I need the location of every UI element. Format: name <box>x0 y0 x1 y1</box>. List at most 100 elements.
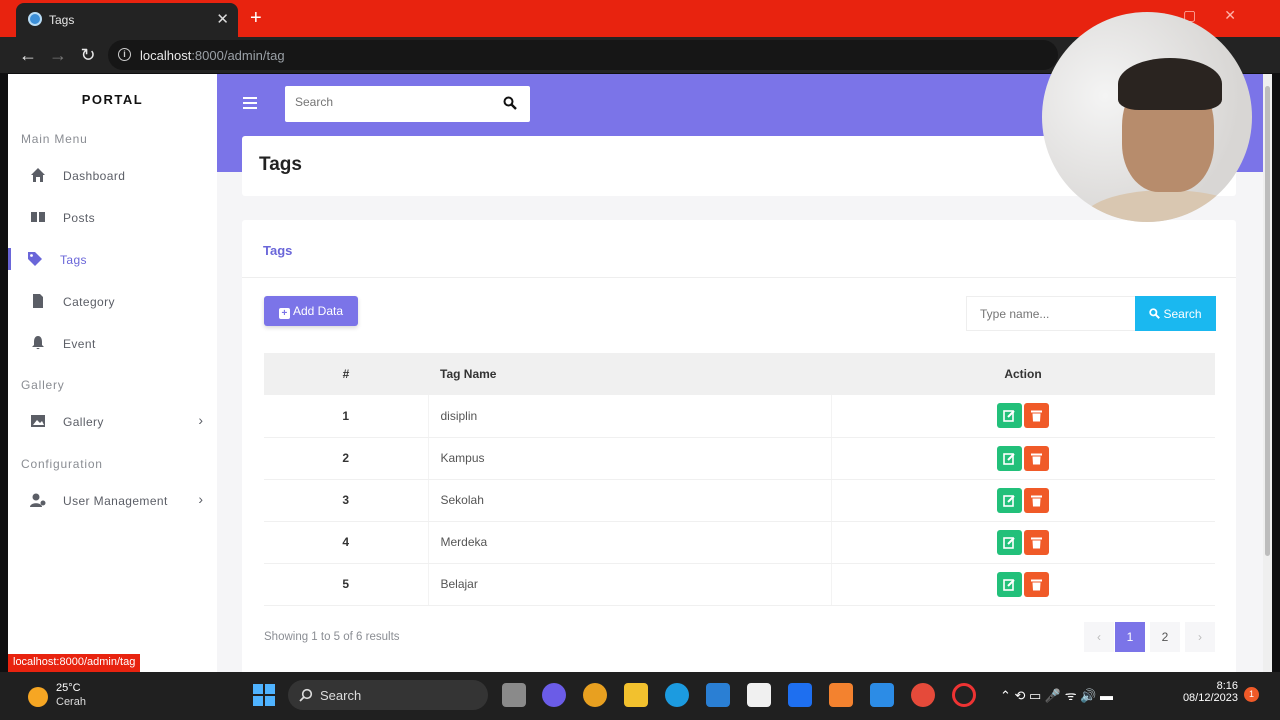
record-icon[interactable] <box>952 683 976 707</box>
sidebar-item-dashboard[interactable]: Dashboard <box>8 158 217 194</box>
webcam-overlay <box>1042 12 1252 222</box>
trash-icon <box>1031 453 1043 464</box>
file-icon <box>33 294 43 308</box>
pagination-page-2[interactable]: 2 <box>1150 622 1180 652</box>
mail-icon[interactable] <box>706 683 730 707</box>
back-icon[interactable]: ← <box>16 43 40 67</box>
windows-taskbar: 25°C Cerah Search ⌃ ⟲ ▭ 🎤 ᯤ 🔊 ▬ 8:16 08/… <box>0 672 1280 720</box>
pagination-prev[interactable]: ‹ <box>1084 622 1114 652</box>
notification-badge[interactable]: 1 <box>1244 687 1259 702</box>
brand-logo[interactable]: PORTAL <box>8 92 217 107</box>
col-header-number: # <box>264 353 428 395</box>
edit-button[interactable] <box>997 403 1023 429</box>
brave-browser-icon[interactable] <box>583 683 607 707</box>
edit-button[interactable] <box>997 571 1023 597</box>
weather-temp: 25°C <box>56 682 81 694</box>
edit-button[interactable] <box>997 529 1023 555</box>
chrome-icon[interactable] <box>911 683 935 707</box>
edit-button[interactable] <box>997 487 1023 513</box>
sidebar-item-event[interactable]: Event <box>8 326 217 362</box>
browser-tab[interactable]: Tags ✕ <box>16 3 238 37</box>
search-button[interactable]: Search <box>1135 296 1216 331</box>
row-number: 4 <box>264 521 429 564</box>
scrollbar-thumb[interactable] <box>1265 86 1270 556</box>
system-tray[interactable]: ⌃ ⟲ ▭ 🎤 ᯤ 🔊 ▬ <box>1000 686 1113 704</box>
plus-icon: + <box>278 307 290 319</box>
new-tab-button[interactable]: + <box>250 7 262 30</box>
window-controls[interactable]: ▢✕ <box>1183 7 1264 24</box>
delete-button[interactable] <box>1024 529 1050 555</box>
delete-button[interactable] <box>1024 403 1050 429</box>
search-icon <box>1149 307 1161 319</box>
sidebar-item-gallery[interactable]: Gallery › <box>8 404 217 440</box>
trash-icon <box>1031 537 1043 548</box>
add-data-label: Add Data <box>292 303 344 318</box>
sidebar-item-category[interactable]: Category <box>8 284 217 320</box>
pagination-page-1[interactable]: 1 <box>1115 622 1145 652</box>
url-host: localhost <box>140 48 192 63</box>
close-tab-icon[interactable]: ✕ <box>216 10 229 28</box>
search-icon[interactable] <box>503 96 517 110</box>
teams-chat-icon[interactable] <box>542 683 566 707</box>
row-actions <box>831 437 1215 480</box>
file-explorer-icon[interactable] <box>624 683 648 707</box>
url-text: localhost:8000/admin/tag <box>140 48 285 63</box>
name-search-input[interactable] <box>966 296 1136 331</box>
amazon-icon[interactable] <box>747 683 771 707</box>
tags-table: # Tag Name Action 1 disiplin 2 Kampus 3 Sekol… <box>264 353 1215 606</box>
site-info-icon[interactable]: i <box>118 48 131 61</box>
screen: Tags ✕ + ▢✕ ← → ↻ i localhost:8000/admin… <box>0 0 1280 720</box>
delete-button[interactable] <box>1024 571 1050 597</box>
row-tag-name: Belajar <box>428 563 832 606</box>
trash-icon <box>1031 410 1043 422</box>
col-header-action: Action <box>831 353 1215 395</box>
edit-button[interactable] <box>997 445 1023 471</box>
dropbox-icon[interactable] <box>788 683 812 707</box>
row-number: 2 <box>264 437 429 480</box>
chevron-right-icon: › <box>198 412 203 428</box>
sidebar-item-tags[interactable]: Tags <box>8 242 217 278</box>
table-row: 5 Belajar <box>264 563 1215 606</box>
row-number: 5 <box>264 563 429 606</box>
pagination-next[interactable]: › <box>1185 622 1215 652</box>
sidebar-item-posts[interactable]: Posts <box>8 200 217 236</box>
webcam-person-hair <box>1118 58 1222 110</box>
task-view-icon[interactable] <box>502 683 526 707</box>
reload-icon[interactable]: ↻ <box>76 43 100 67</box>
sidebar-item-user-management[interactable]: User Management › <box>8 483 217 519</box>
taskbar-search[interactable]: Search <box>288 680 488 710</box>
address-bar[interactable]: i localhost:8000/admin/tag <box>108 40 1058 70</box>
xampp-icon[interactable] <box>829 683 853 707</box>
table-row: 3 Sekolah <box>264 479 1215 522</box>
delete-button[interactable] <box>1024 445 1050 471</box>
row-actions <box>831 395 1215 438</box>
add-data-button[interactable]: + Add Data <box>264 296 358 326</box>
chevron-right-icon: › <box>198 491 203 507</box>
hamburger-menu-icon[interactable] <box>243 97 257 112</box>
home-icon <box>31 168 45 182</box>
page-scrollbar[interactable] <box>1263 74 1272 672</box>
card-header: Tags <box>242 220 1236 278</box>
row-number: 3 <box>264 479 429 522</box>
url-path: :8000/admin/tag <box>191 48 285 63</box>
delete-button[interactable] <box>1024 487 1050 513</box>
windows-start-icon[interactable] <box>253 684 275 706</box>
forward-icon[interactable]: → <box>46 43 70 67</box>
global-search[interactable] <box>285 86 530 122</box>
sidebar-item-label: Event <box>63 337 96 351</box>
user-gear-icon <box>30 493 46 507</box>
vscode-icon[interactable] <box>870 683 894 707</box>
edit-icon <box>1003 536 1015 549</box>
clock-date: 08/12/2023 <box>1182 692 1238 704</box>
row-actions <box>831 521 1215 564</box>
search-button-label: Search <box>1163 306 1202 321</box>
weather-sun-icon <box>28 687 48 707</box>
row-number: 1 <box>264 395 429 438</box>
trash-icon <box>1031 495 1043 506</box>
sidebar-item-label: Tags <box>60 253 87 267</box>
edge-icon[interactable] <box>665 683 689 707</box>
clock[interactable]: 8:16 08/12/2023 <box>1180 680 1238 704</box>
table-row: 1 disiplin <box>264 395 1215 438</box>
book-icon <box>31 212 45 222</box>
global-search-input[interactable] <box>295 95 485 109</box>
